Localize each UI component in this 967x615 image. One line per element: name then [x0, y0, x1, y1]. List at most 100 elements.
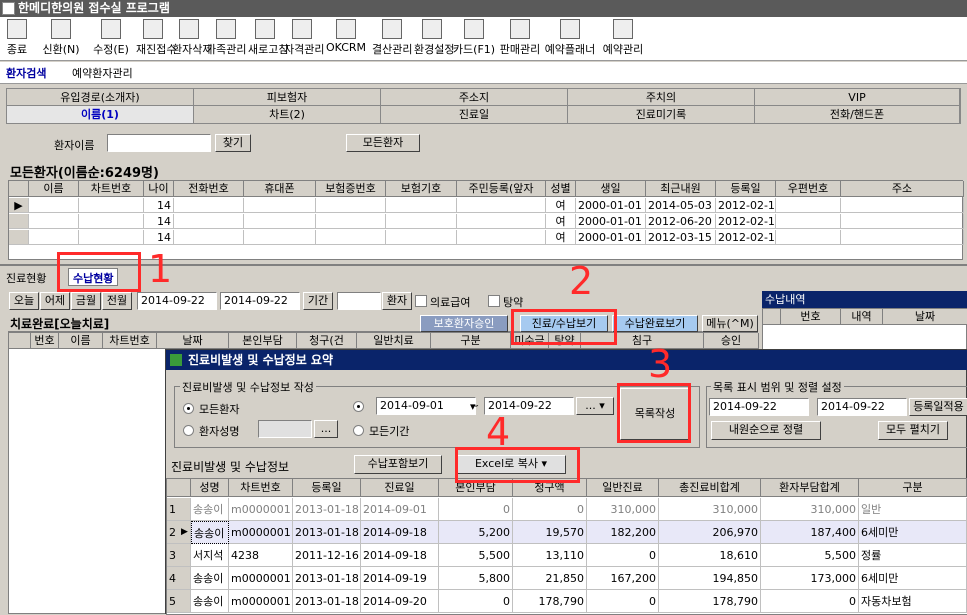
- toolbar-button-14[interactable]: 예약관리: [598, 19, 648, 59]
- table-cell[interactable]: [776, 230, 841, 245]
- table-cell[interactable]: 여: [546, 214, 576, 229]
- toolbar-button-4[interactable]: 환자삭제: [172, 19, 212, 59]
- toolbar-button-0[interactable]: 종료: [2, 19, 32, 59]
- summary-cell[interactable]: 182,200: [587, 521, 659, 544]
- table-cell[interactable]: 2012-06-20: [646, 214, 716, 229]
- summary-cell[interactable]: 일반: [859, 498, 967, 521]
- summary-cell[interactable]: 310,000: [659, 498, 761, 521]
- column-header[interactable]: 차트번호: [103, 333, 157, 349]
- pay-done-view-button[interactable]: 수납완료보기: [612, 315, 698, 332]
- table-cell[interactable]: [316, 230, 386, 245]
- column-header[interactable]: 우편번호: [776, 181, 841, 197]
- period-button[interactable]: 기간: [303, 292, 333, 310]
- row-number[interactable]: 3: [167, 544, 191, 567]
- column-header[interactable]: 승인: [704, 333, 759, 349]
- patient-name-input[interactable]: [107, 134, 211, 152]
- summary-cell[interactable]: 6세미만: [859, 567, 967, 590]
- summary-cell[interactable]: 13,110: [513, 544, 587, 567]
- tab-phone[interactable]: 전화/핸드폰: [755, 106, 960, 123]
- filter-date-to[interactable]: 2014-09-22: [220, 292, 300, 310]
- today-button[interactable]: 오늘: [9, 292, 39, 310]
- summary-cell[interactable]: 5,200: [439, 521, 513, 544]
- summary-cell[interactable]: m0000001: [229, 521, 293, 544]
- category-vip[interactable]: VIP: [755, 89, 960, 106]
- toolbar-button-9[interactable]: 결산관리: [372, 19, 412, 59]
- dialog-date-from[interactable]: 2014-09-01: [376, 397, 476, 415]
- tab-name[interactable]: 이름(1): [7, 106, 194, 123]
- column-header[interactable]: 휴대폰: [244, 181, 316, 197]
- tab-unrecorded[interactable]: 진료미기록: [568, 106, 755, 123]
- column-header[interactable]: 보험기호: [386, 181, 457, 197]
- toolbar-button-7[interactable]: 자격관리: [284, 19, 324, 59]
- table-cell[interactable]: 14: [144, 198, 174, 213]
- toolbar-button-5[interactable]: 가족관리: [206, 19, 246, 59]
- table-cell[interactable]: [776, 198, 841, 213]
- summary-cell[interactable]: 2013-01-18: [293, 590, 361, 613]
- row-number[interactable]: 4: [167, 567, 191, 590]
- table-cell[interactable]: [776, 214, 841, 229]
- summary-cell[interactable]: 178,790: [659, 590, 761, 613]
- column-header[interactable]: 차트번호: [79, 181, 144, 197]
- column-header[interactable]: 이름: [59, 333, 103, 349]
- sort-by-visit-button[interactable]: 내원순으로 정렬: [711, 421, 821, 440]
- summary-cell[interactable]: 310,000: [761, 498, 859, 521]
- medical-aid-checkbox[interactable]: [415, 295, 427, 307]
- range-date-to[interactable]: 2014-09-22: [817, 398, 907, 416]
- summary-cell[interactable]: 송송이: [191, 590, 229, 613]
- summary-cell[interactable]: 송송이: [191, 567, 229, 590]
- patient-browse-button[interactable]: ...: [314, 420, 338, 438]
- table-cell[interactable]: 14: [144, 214, 174, 229]
- table-cell[interactable]: [174, 198, 244, 213]
- all-patients-button[interactable]: 모든환자: [346, 134, 420, 152]
- column-header[interactable]: 구분: [431, 333, 511, 349]
- expand-all-button[interactable]: 모두 펼치기: [878, 421, 948, 440]
- table-cell[interactable]: [457, 230, 546, 245]
- date-range-radio[interactable]: [353, 401, 364, 412]
- column-header[interactable]: 본인부담: [229, 333, 297, 349]
- column-header[interactable]: 이름: [29, 181, 79, 197]
- toolbar-button-13[interactable]: 예약플래너: [544, 19, 596, 59]
- toolbar-button-1[interactable]: 신환(N): [36, 19, 86, 59]
- column-header[interactable]: 나이: [144, 181, 174, 197]
- column-header[interactable]: 주소: [841, 181, 964, 197]
- column-header[interactable]: 일반치료: [357, 333, 431, 349]
- table-cell[interactable]: [841, 198, 964, 213]
- summary-cell[interactable]: 6세미만: [859, 521, 967, 544]
- column-header[interactable]: 등록일: [716, 181, 776, 197]
- toolbar-button-11[interactable]: 카드(F1): [452, 19, 496, 59]
- column-header[interactable]: 생일: [576, 181, 646, 197]
- range-date-from[interactable]: 2014-09-22: [709, 398, 809, 416]
- row-number[interactable]: 1: [167, 498, 191, 521]
- table-cell[interactable]: [174, 214, 244, 229]
- table-cell[interactable]: 2012-03-15: [646, 230, 716, 245]
- table-cell[interactable]: [79, 230, 144, 245]
- table-cell[interactable]: [79, 214, 144, 229]
- toolbar-button-8[interactable]: OKCRM: [322, 19, 370, 59]
- yesterday-button[interactable]: 어제: [40, 292, 70, 310]
- table-cell[interactable]: [29, 198, 79, 213]
- category-referral[interactable]: 유입경로(소개자): [7, 89, 194, 106]
- table-cell[interactable]: 2012-02-15: [716, 230, 776, 245]
- menu-button[interactable]: 메뉴(^M): [702, 315, 758, 332]
- summary-cell[interactable]: 21,850: [513, 567, 587, 590]
- toolbar-button-3[interactable]: 재진접수: [136, 19, 176, 59]
- patient-filter-input[interactable]: [337, 292, 381, 310]
- summary-cell[interactable]: 187,400: [761, 521, 859, 544]
- table-cell[interactable]: [316, 198, 386, 213]
- summary-cell[interactable]: 2013-01-18: [293, 498, 361, 521]
- toolbar-button-2[interactable]: 수정(E): [88, 19, 134, 59]
- summary-cell[interactable]: 5,800: [439, 567, 513, 590]
- this-month-button[interactable]: 금월: [71, 292, 101, 310]
- table-cell[interactable]: [244, 214, 316, 229]
- column-header[interactable]: 진료일: [361, 479, 439, 497]
- summary-cell[interactable]: 194,850: [659, 567, 761, 590]
- summary-cell[interactable]: 정률: [859, 544, 967, 567]
- column-header[interactable]: 내역: [841, 309, 883, 325]
- column-header[interactable]: 총진료비합계: [659, 479, 761, 497]
- table-cell[interactable]: [386, 198, 457, 213]
- column-header[interactable]: 번호: [31, 333, 59, 349]
- table-cell[interactable]: [316, 214, 386, 229]
- all-patients-radio[interactable]: [183, 403, 194, 414]
- table-cell[interactable]: 여: [546, 230, 576, 245]
- row-indicator[interactable]: [9, 230, 29, 245]
